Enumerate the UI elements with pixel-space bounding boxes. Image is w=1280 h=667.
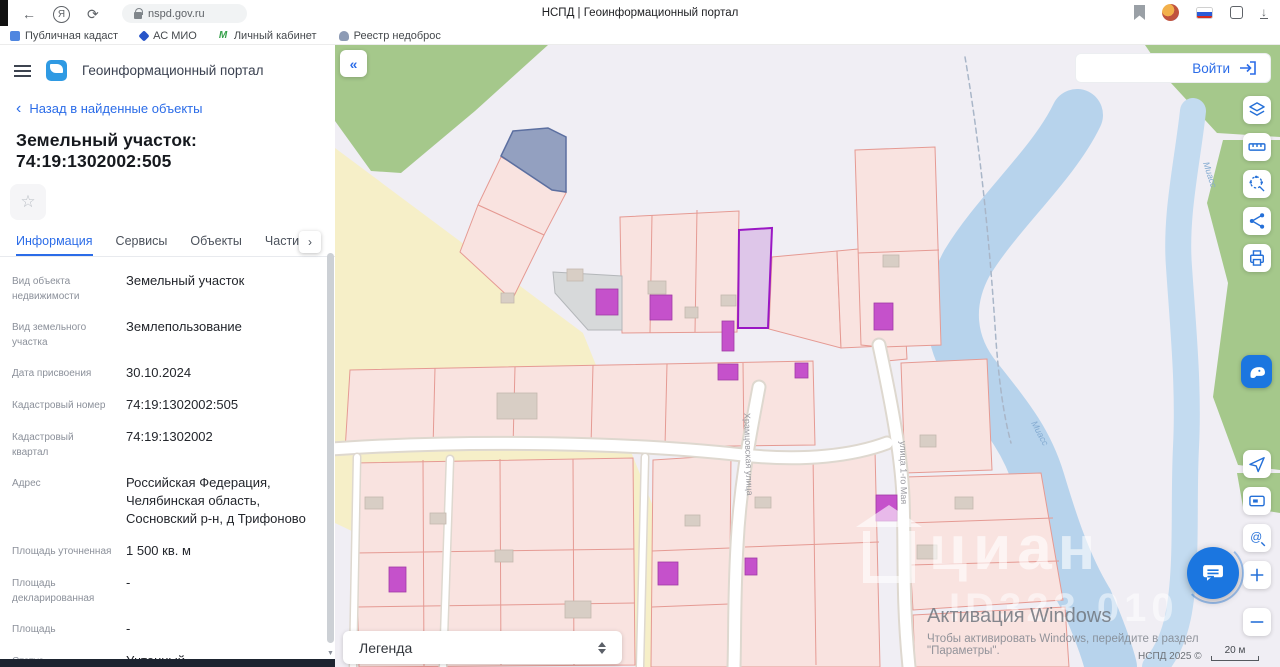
attribute-row: Вид земельного участка Землепользование	[12, 311, 309, 357]
street-label: улица 1-го Мая	[898, 441, 909, 505]
object-tabs: Информация Сервисы Объекты Части ЗУ Сост…	[0, 226, 335, 257]
legend-bar[interactable]: Легенда	[343, 631, 622, 664]
scrollbar-thumb[interactable]	[327, 253, 334, 643]
bookmark-item[interactable]: АС МИО	[140, 30, 197, 42]
url-text: nspd.gov.ru	[148, 8, 205, 20]
panel-collapse-button[interactable]: «	[340, 50, 367, 77]
object-title: Земельный участок: 74:19:1302002:505	[16, 130, 319, 172]
selected-parcel[interactable]	[738, 228, 772, 328]
overview-map-button[interactable]	[1243, 487, 1271, 515]
bookmarks-bar: Публичная кадаст АС МИО М Личный кабинет…	[0, 28, 1280, 45]
locate-button[interactable]	[1243, 450, 1271, 478]
attribute-row: Вид объекта недвижимости Земельный участ…	[12, 265, 309, 311]
coordinate-search-icon: @	[1246, 527, 1268, 549]
map-container: Храмцовская улица улица 1-го Мая Миасс М…	[335, 45, 1280, 667]
attribute-row: Площадь уточненная 1 500 кв. м	[12, 535, 309, 567]
tabs-scroll-right-button[interactable]: ›	[299, 231, 321, 253]
extensions-icon[interactable]	[1230, 6, 1243, 19]
login-icon	[1239, 60, 1257, 76]
bookmark-item[interactable]: Реестр недоброс	[339, 30, 441, 42]
scroll-down-icon[interactable]: ▼	[327, 650, 334, 657]
lock-icon	[134, 12, 142, 19]
map-copyright: НСПД 2025 ©	[1138, 651, 1202, 662]
bookmark-favicon	[10, 31, 20, 41]
measure-button[interactable]	[1243, 133, 1271, 161]
panel-scrollbar[interactable]: ▼	[327, 213, 334, 657]
attributes-list: Вид объекта недвижимости Земельный участ…	[0, 257, 335, 667]
login-button[interactable]: Войти	[1075, 53, 1271, 83]
attribute-row: Дата присвоения 30.10.2024	[12, 357, 309, 389]
object-info-panel: Геоинформационный портал ‹ Назад в найде…	[0, 45, 335, 667]
bookmark-icon[interactable]	[1134, 5, 1145, 20]
bookmark-item[interactable]: М Личный кабинет	[219, 30, 317, 42]
scale-label: 20 м	[1211, 645, 1259, 656]
page-title: НСПД | Геоинформационный портал	[542, 7, 739, 19]
share-button[interactable]	[1243, 207, 1271, 235]
refresh-icon[interactable]: ⟳	[87, 3, 99, 25]
attribute-row: Площадь декларированная -	[12, 567, 309, 613]
print-button[interactable]	[1243, 244, 1271, 272]
star-icon: ☆	[20, 192, 35, 212]
download-icon[interactable]: ↓	[1260, 7, 1268, 19]
address-bar[interactable]: nspd.gov.ru	[122, 4, 247, 23]
profile-avatar[interactable]	[1162, 4, 1179, 21]
language-flag-icon[interactable]	[1196, 7, 1213, 19]
mascot-icon	[1246, 361, 1268, 383]
assistant-mascot-button[interactable]	[1241, 355, 1272, 388]
favorite-star-button[interactable]: ☆	[10, 184, 46, 220]
layers-button[interactable]	[1243, 96, 1271, 124]
bookmark-favicon	[138, 30, 149, 41]
zoom-in-button[interactable]	[1243, 561, 1271, 589]
ruler-icon	[1246, 136, 1268, 158]
menu-icon[interactable]	[14, 65, 31, 77]
attribute-row: Площадь -	[12, 613, 309, 645]
back-to-results-link[interactable]: ‹ Назад в найденные объекты	[16, 101, 319, 116]
map-canvas[interactable]: Храмцовская улица улица 1-го Мая Миасс М…	[335, 45, 1280, 667]
print-icon	[1246, 247, 1268, 269]
panel-bottom-edge	[0, 659, 335, 667]
browser-toolbar: ← Я ⟳ nspd.gov.ru НСПД | Геоинформационн…	[0, 0, 1280, 28]
select-area-button[interactable]	[1243, 170, 1271, 198]
attribute-row: Адрес Российская Федерация, Челябинская …	[12, 467, 309, 535]
screen: ← Я ⟳ nspd.gov.ru НСПД | Геоинформационн…	[0, 0, 1280, 667]
svg-text:@: @	[1250, 531, 1262, 544]
bookmark-favicon: М	[219, 31, 229, 41]
legend-expand-icon[interactable]	[598, 642, 606, 654]
lasso-select-icon	[1246, 173, 1268, 195]
map-tools-bottom: @	[1243, 450, 1271, 636]
app-logo	[46, 60, 67, 81]
browser-home-icon[interactable]: Я	[53, 6, 70, 23]
chevron-left-icon: ‹	[16, 102, 21, 115]
scale-ruler	[1211, 656, 1259, 661]
minus-icon	[1246, 611, 1268, 633]
attribute-row: Кадастровый квартал 74:19:1302002	[12, 421, 309, 467]
chat-button[interactable]	[1187, 547, 1239, 599]
zoom-out-button[interactable]	[1243, 608, 1271, 636]
app-title: Геоинформационный портал	[82, 63, 263, 78]
bookmark-favicon	[339, 31, 349, 41]
scale-bar: 20 м	[1211, 645, 1259, 661]
attribute-row: Кадастровый номер 74:19:1302002:505	[12, 389, 309, 421]
chat-bubble-icon	[1200, 560, 1226, 586]
tab-information[interactable]: Информация	[16, 234, 93, 256]
back-icon[interactable]: ←	[22, 3, 36, 25]
locate-arrow-icon	[1246, 453, 1268, 475]
bookmark-item[interactable]: Публичная кадаст	[10, 30, 118, 42]
overview-map-icon	[1246, 490, 1268, 512]
legend-label: Легенда	[343, 640, 598, 656]
coordinate-search-button[interactable]: @	[1243, 524, 1271, 552]
plus-icon	[1246, 564, 1268, 586]
tab-objects[interactable]: Объекты	[190, 234, 242, 256]
tab-services[interactable]: Сервисы	[116, 234, 168, 256]
map-tools-top	[1243, 96, 1271, 272]
share-icon	[1246, 210, 1268, 232]
layers-icon	[1246, 99, 1268, 121]
window-corner	[0, 0, 8, 26]
